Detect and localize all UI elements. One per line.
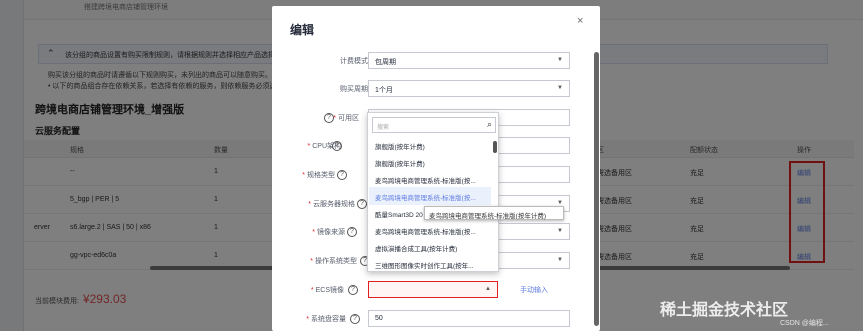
help-icon[interactable]: ? bbox=[350, 314, 360, 324]
dropdown-option-highlighted[interactable]: 麦鸟跨境电商管理系统-标准版(按... bbox=[369, 187, 491, 205]
dropdown-search-input[interactable]: 搜索 ⌕ bbox=[372, 117, 496, 133]
watermark: 稀土掘金技术社区 bbox=[660, 302, 789, 319]
purchase-period-select[interactable]: 1个月 ▼ bbox=[368, 80, 570, 97]
field-label: * 镜像来源 bbox=[312, 229, 345, 236]
close-icon[interactable]: × bbox=[577, 15, 583, 27]
help-icon[interactable]: ? bbox=[348, 285, 358, 295]
chevron-down-icon: ▼ bbox=[557, 257, 563, 263]
help-icon[interactable]: ? bbox=[324, 113, 334, 123]
field-label: 购买周期 bbox=[340, 86, 368, 93]
dropdown-option[interactable]: 旗舰版(按年计费) bbox=[369, 153, 491, 171]
system-disk-input[interactable]: 50 bbox=[368, 310, 570, 327]
form-row-ecs-image: * ECS镜像 ? ▲ 手动输入 bbox=[272, 281, 600, 301]
help-icon[interactable]: ? bbox=[337, 170, 347, 180]
dropdown-option[interactable]: 麦鸟跨境电商管理系统-标准版(按... bbox=[369, 170, 491, 188]
ecs-image-select[interactable]: ▲ bbox=[368, 281, 498, 298]
field-label: 计费模式 bbox=[340, 58, 368, 65]
option-tooltip: 麦鸟跨境电商管理系统-标准版(按年计费) bbox=[424, 206, 564, 220]
watermark-sub: CSDN @编程... bbox=[780, 320, 829, 327]
field-label: * ECS镜像 bbox=[310, 287, 344, 294]
field-label: * 规格类型 bbox=[302, 172, 335, 179]
field-label: * 操作系统类型 bbox=[310, 258, 357, 265]
form-row-disk: * 系统盘容量 ? 50 bbox=[272, 310, 600, 330]
modal-title: 编辑 bbox=[290, 23, 315, 37]
dropdown-option[interactable]: 麦鸟跨境电商管理系统-标准版(按... bbox=[369, 221, 491, 239]
chevron-down-icon: ▼ bbox=[557, 57, 563, 63]
search-icon[interactable]: ⌕ bbox=[487, 119, 492, 130]
form-row-billing: 计费模式 包周期 ▼ bbox=[272, 52, 600, 72]
manual-input-link[interactable]: 手动输入 bbox=[520, 285, 548, 295]
field-label: * 可用区 bbox=[333, 115, 359, 122]
field-label: * 云服务器规格 bbox=[308, 201, 355, 208]
select-value: 包周期 bbox=[375, 59, 396, 66]
help-icon[interactable]: ? bbox=[332, 141, 342, 151]
input-value: 50 bbox=[375, 315, 383, 322]
dropdown-scrollbar[interactable] bbox=[493, 141, 497, 153]
modal-scrollbar[interactable] bbox=[594, 52, 599, 326]
billing-mode-select[interactable]: 包周期 ▼ bbox=[368, 52, 570, 69]
image-dropdown: 搜索 ⌕ 旗舰版(按年计费) 旗舰版(按年计费) 麦鸟跨境电商管理系统-标准版(… bbox=[367, 112, 499, 272]
select-value: 1个月 bbox=[375, 87, 393, 94]
search-placeholder: 搜索 bbox=[377, 125, 390, 131]
dropdown-option[interactable]: 旗舰版(按年计费) bbox=[369, 136, 491, 154]
dropdown-option[interactable]: 三维图形图像实时创作工具(按年... bbox=[369, 255, 491, 273]
dropdown-option[interactable]: 虚拟演播合成工具(按年计费) bbox=[369, 238, 491, 256]
form-row-period: 购买周期 1个月 ▼ bbox=[272, 80, 600, 100]
help-icon[interactable]: ? bbox=[347, 227, 357, 237]
caret-up-icon: ▲ bbox=[485, 286, 491, 292]
field-label: * 系统盘容量 bbox=[306, 316, 346, 323]
chevron-down-icon: ▼ bbox=[557, 228, 563, 234]
help-icon[interactable]: ? bbox=[357, 199, 367, 209]
chevron-down-icon: ▼ bbox=[557, 85, 563, 91]
